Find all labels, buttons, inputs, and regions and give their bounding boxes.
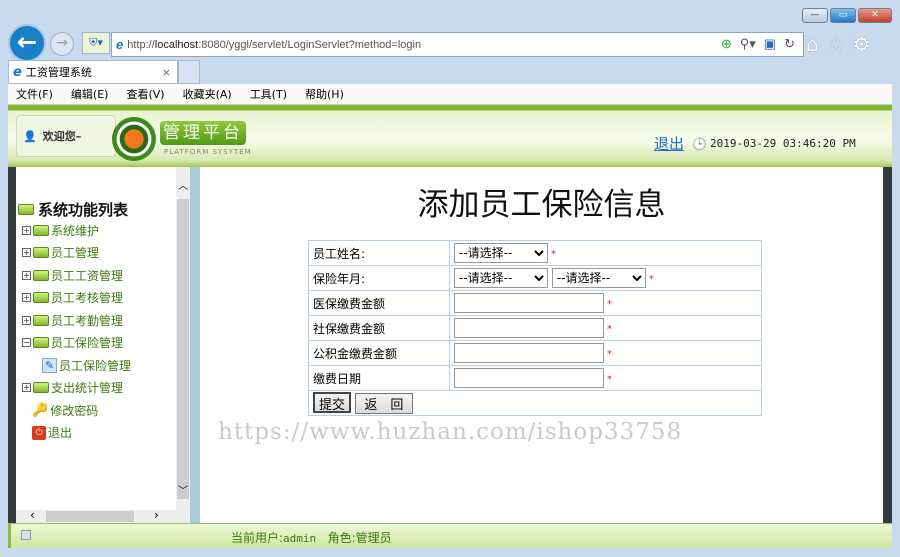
browser-tab[interactable]: e 工资管理系统 × — [8, 60, 178, 84]
employee-name-select[interactable]: --请选择-- — [454, 243, 548, 263]
expand-icon[interactable]: + — [22, 293, 31, 303]
month-select[interactable]: --请选择-- — [551, 268, 646, 288]
frame-divider[interactable] — [190, 167, 200, 523]
key-icon: 🔑 — [32, 402, 49, 418]
refresh-icon[interactable]: ↻ — [784, 36, 795, 52]
sidebar-vertical-scrollbar[interactable]: ︿ ﹀ — [176, 167, 190, 510]
sidebar-item-system[interactable]: + 系统维护 — [22, 219, 131, 242]
sidebar-item-employee[interactable]: + 员工管理 — [22, 242, 131, 265]
settings-gear-icon[interactable]: ⚙ — [853, 32, 871, 56]
logo-subtitle: PLATFORM SYSYTEM — [164, 148, 252, 156]
folder-icon — [33, 314, 49, 326]
welcome-text: 欢迎您– — [42, 130, 82, 143]
welcome-box: 👤 欢迎您– — [16, 115, 116, 157]
sidebar-horizontal-scrollbar[interactable]: ‹ › — [16, 508, 190, 523]
ie-icon: e — [116, 37, 124, 52]
menu-tools[interactable]: 工具(T) — [250, 86, 287, 102]
exit-icon: ⏻ — [32, 425, 46, 440]
label-social: 社保缴费金额 — [308, 315, 450, 341]
current-user: admin — [283, 532, 317, 545]
sidebar-item-expense[interactable]: + 支出统计管理 — [22, 377, 131, 400]
home-icon[interactable]: ⌂ — [806, 32, 819, 56]
submit-button[interactable]: 提交 — [313, 392, 352, 413]
logo-icon — [112, 117, 156, 161]
expand-icon[interactable]: + — [22, 270, 31, 280]
url-prefix: http:// — [127, 38, 155, 51]
new-tab-button[interactable] — [178, 60, 200, 84]
folder-icon — [33, 382, 49, 394]
tab-title: 工资管理系统 — [25, 66, 92, 79]
close-button[interactable]: ✕ — [858, 8, 892, 23]
label-date: 缴费日期 — [308, 365, 450, 391]
logout-link[interactable]: 退出 — [654, 133, 684, 154]
back-button[interactable]: 返 回 — [354, 393, 413, 414]
page-title: 添加员工保险信息 — [417, 187, 666, 223]
search-icon[interactable]: ⚲▾ — [740, 36, 756, 52]
status-footer: 当前用户:admin 角色:管理员 — [8, 523, 892, 548]
minimize-button[interactable]: — — [802, 8, 828, 23]
maximize-button[interactable]: ▭ — [830, 8, 856, 23]
folder-icon — [33, 337, 49, 349]
clock-icon: 🕒 — [692, 137, 707, 151]
edit-icon: ✎ — [42, 357, 57, 373]
label-medical: 医保缴费金额 — [308, 290, 450, 316]
sidebar-title: 系统功能列表 — [38, 201, 129, 219]
folder-icon — [33, 292, 49, 304]
sidebar-item-assessment[interactable]: + 员工考核管理 — [22, 287, 131, 310]
security-shield-icon[interactable]: ⛨▾ — [82, 32, 110, 54]
watermark: https://www.huzhan.com/ishop33758 — [218, 419, 683, 445]
back-button[interactable]: ← — [8, 24, 46, 62]
label-employee-name: 员工姓名: — [308, 240, 450, 266]
menu-file[interactable]: 文件(F) — [16, 86, 53, 102]
sidebar-item-insurance-manage[interactable]: ✎ 员工保险管理 — [22, 354, 131, 377]
datetime: 2019-03-29 03:46:20 PM — [710, 137, 856, 150]
window-controls: — ▭ ✕ — [802, 8, 892, 23]
menu-edit[interactable]: 编辑(E) — [71, 86, 109, 102]
favorites-star-icon[interactable]: ☆ — [827, 32, 845, 56]
url-rest: :8080/yggl/servlet/LoginServlet?method=l… — [198, 38, 422, 51]
url-host: localhost — [154, 38, 199, 51]
menu-help[interactable]: 帮助(H) — [305, 86, 344, 102]
expand-icon[interactable]: + — [22, 248, 31, 258]
add-icon[interactable]: ⊕ — [721, 36, 732, 52]
main-content: 添加员工保险信息 员工姓名: --请选择-- * 保险年月: --请选择-- --请选… — [200, 167, 883, 523]
compat-icon[interactable]: ▣ — [764, 36, 776, 52]
year-select[interactable]: --请选择-- — [454, 268, 548, 288]
user-icon: 👤 — [23, 129, 37, 143]
payment-date-input[interactable] — [454, 368, 604, 388]
label-fund: 公积金缴费金额 — [308, 340, 450, 366]
folder-icon — [33, 247, 49, 259]
expand-icon[interactable]: + — [22, 383, 31, 393]
collapse-icon[interactable]: − — [22, 338, 31, 348]
app-header: 👤 欢迎您– 管理平台 PLATFORM SYSYTEM 退出 🕒 2019-03… — [8, 105, 892, 167]
sidebar-item-attendance[interactable]: + 员工考勤管理 — [22, 309, 131, 332]
folder-icon — [18, 204, 34, 215]
current-role: 管理员 — [355, 531, 392, 545]
social-amount-input[interactable] — [454, 318, 604, 338]
folder-icon — [33, 224, 49, 236]
sidebar-item-insurance[interactable]: − 员工保险管理 — [22, 332, 131, 355]
menu-bar: 文件(F) 编辑(E) 查看(V) 收藏夹(A) 工具(T) 帮助(H) — [8, 84, 892, 105]
expand-icon[interactable]: + — [22, 315, 31, 325]
address-bar[interactable]: e http://localhost:8080/yggl/servlet/Log… — [111, 32, 804, 57]
sidebar-item-salary[interactable]: + 员工工资管理 — [22, 264, 131, 287]
sidebar-item-exit[interactable]: ⏻ 退出 — [22, 422, 131, 445]
medical-amount-input[interactable] — [454, 293, 604, 313]
fund-amount-input[interactable] — [454, 343, 604, 363]
insurance-form: 员工姓名: --请选择-- * 保险年月: --请选择-- --请选择-- * 医保缴费… — [308, 240, 762, 416]
menu-view[interactable]: 查看(V) — [126, 86, 164, 102]
sidebar-item-password[interactable]: 🔑 修改密码 — [22, 399, 131, 422]
status-icon — [21, 530, 31, 540]
folder-icon — [33, 269, 49, 281]
forward-button[interactable]: → — [50, 32, 74, 56]
ie-icon: e — [13, 64, 22, 80]
expand-icon[interactable]: + — [22, 225, 31, 235]
tab-close-icon[interactable]: × — [162, 66, 171, 79]
sidebar: 系统功能列表 + 系统维护 + 员工管理 + 员工工资管理 + 员工考核管理 + 员工考勤… — [16, 167, 176, 510]
label-insurance-month: 保险年月: — [308, 265, 450, 291]
logo-title: 管理平台 — [160, 121, 246, 145]
menu-favorites[interactable]: 收藏夹(A) — [183, 86, 232, 102]
